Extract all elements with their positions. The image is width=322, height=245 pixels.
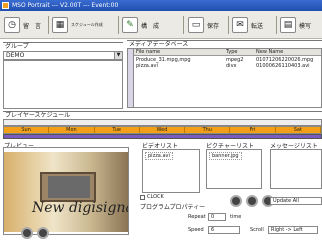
video-list[interactable]: pizza.avi xyxy=(142,149,200,193)
toolbar-button-transfer[interactable]: ✉ 転送 xyxy=(232,15,263,35)
column-header[interactable]: New Name xyxy=(256,49,321,56)
day-tue: Tue xyxy=(95,127,140,133)
toolbar-label: 構 成 xyxy=(141,22,160,30)
toolbar-separator xyxy=(48,16,49,34)
preview-image xyxy=(4,152,128,232)
schedule-ruler[interactable] xyxy=(3,119,322,126)
group-header: グループ xyxy=(3,42,123,50)
toolbar-button-save[interactable]: ▭ 保存 xyxy=(188,15,219,35)
cell-new-name: 01000626110403.avi xyxy=(256,63,310,69)
speed-select[interactable]: 6 xyxy=(208,226,240,234)
message-list[interactable] xyxy=(270,149,322,189)
title-bar: MSO Portrait --- V2.00T --- Event:00 xyxy=(0,0,322,11)
media-db-table[interactable]: File name Type New Name Produce_31.mpg,m… xyxy=(127,48,322,108)
toolbar-label: スケジュール作成 xyxy=(71,22,103,27)
scroll-value: Right -> Left xyxy=(271,227,303,233)
repeat-label: Repeat xyxy=(188,214,206,220)
group-select[interactable]: DEMO ▼ xyxy=(3,51,123,60)
clock-label: CLOCK xyxy=(147,194,164,200)
update-all-label: Update All xyxy=(273,198,299,204)
toolbar-label: 留 言 xyxy=(23,22,42,30)
schedule-label: プレイヤースケジュール xyxy=(3,112,73,119)
day-wed: Wed xyxy=(140,127,186,133)
schedule-track[interactable] xyxy=(3,134,322,139)
day-thu: Thu xyxy=(185,127,231,133)
toolbar-separator xyxy=(183,16,184,34)
column-header[interactable]: Type xyxy=(226,49,254,56)
media-db-header: メディアデータベース xyxy=(127,40,322,48)
preview-panel: New digisigna xyxy=(3,147,129,235)
column-header[interactable]: File name xyxy=(136,49,216,56)
day-mon: Mon xyxy=(49,127,95,133)
program-properties-label: プログラムプロパティー xyxy=(140,204,206,211)
toolbar-button-compose[interactable]: ✎ 構 成 xyxy=(122,15,159,35)
toolbar-separator xyxy=(228,16,229,34)
repeat-value: 0 xyxy=(211,214,215,220)
group-label: グループ xyxy=(3,43,31,50)
day-sun: Sun xyxy=(4,127,50,133)
window-title: MSO Portrait --- V2.00T --- Event:00 xyxy=(12,2,119,9)
list-stop-button[interactable] xyxy=(246,195,258,207)
preview-prev-button[interactable] xyxy=(21,227,33,239)
toolbar-label: 保存 xyxy=(207,22,220,30)
table-header: File name Type New Name xyxy=(134,49,321,56)
update-all-field[interactable]: Update All xyxy=(270,197,322,205)
group-list[interactable] xyxy=(3,60,123,109)
toolbar-button-message[interactable]: ◷ 留 言 xyxy=(4,15,41,35)
scroll-select[interactable]: Right -> Left xyxy=(268,226,318,234)
preview-next-button[interactable] xyxy=(37,227,49,239)
day-fri: Fri xyxy=(230,127,276,133)
clock-checkbox-row[interactable]: CLOCK xyxy=(140,194,164,200)
toolbar-separator xyxy=(276,16,277,34)
clock-icon: ◷ xyxy=(4,17,20,33)
transfer-icon: ✉ xyxy=(232,17,248,33)
list-item[interactable]: banner.jpg xyxy=(209,152,242,160)
picture-list[interactable]: banner.jpg xyxy=(206,149,262,189)
table-row[interactable]: pizza.avi divx 01000626110403.avi xyxy=(134,63,321,70)
preview-display-screen xyxy=(48,176,90,198)
toolbar-separator xyxy=(118,16,119,34)
save-icon: ▭ xyxy=(188,17,204,33)
schedule-header: プレイヤースケジュール xyxy=(3,111,322,119)
scroll-label: Scroll xyxy=(250,227,264,233)
schedule-icon: ▦ xyxy=(52,17,68,33)
preview-overlay-text: New digisigna xyxy=(32,200,129,216)
toolbar-button-schedule[interactable]: ▦ スケジュール作成 xyxy=(52,15,103,35)
day-sat: Sat xyxy=(276,127,321,133)
cell-type: divx xyxy=(226,63,237,69)
clock-checkbox[interactable] xyxy=(140,194,145,200)
group-selected-value: DEMO xyxy=(6,52,25,59)
repeat-input[interactable]: 0 xyxy=(208,213,226,221)
speed-label: Speed xyxy=(188,227,204,233)
toolbar-label: 転送 xyxy=(251,22,264,30)
compose-icon: ✎ xyxy=(122,17,138,33)
toolbar-button-print[interactable]: ▤ 模写 xyxy=(280,15,311,35)
chevron-down-icon[interactable]: ▼ xyxy=(114,52,122,59)
print-icon: ▤ xyxy=(280,17,296,33)
list-prev-button[interactable] xyxy=(230,195,242,207)
repeat-unit: time xyxy=(230,214,242,220)
speed-value: 6 xyxy=(211,227,215,233)
list-item[interactable]: pizza.avi xyxy=(145,152,173,160)
toolbar: ◷ 留 言 ▦ スケジュール作成 ✎ 構 成 ▭ 保存 ✉ 転送 ▤ 模写 xyxy=(0,11,322,39)
app-icon xyxy=(2,2,9,9)
schedule-day-bar[interactable]: Sun Mon Tue Wed Thu Fri Sat xyxy=(3,126,322,134)
toolbar-label: 模写 xyxy=(299,22,312,30)
media-db-label: メディアデータベース xyxy=(127,41,191,48)
cell-file: pizza.avi xyxy=(136,63,158,69)
